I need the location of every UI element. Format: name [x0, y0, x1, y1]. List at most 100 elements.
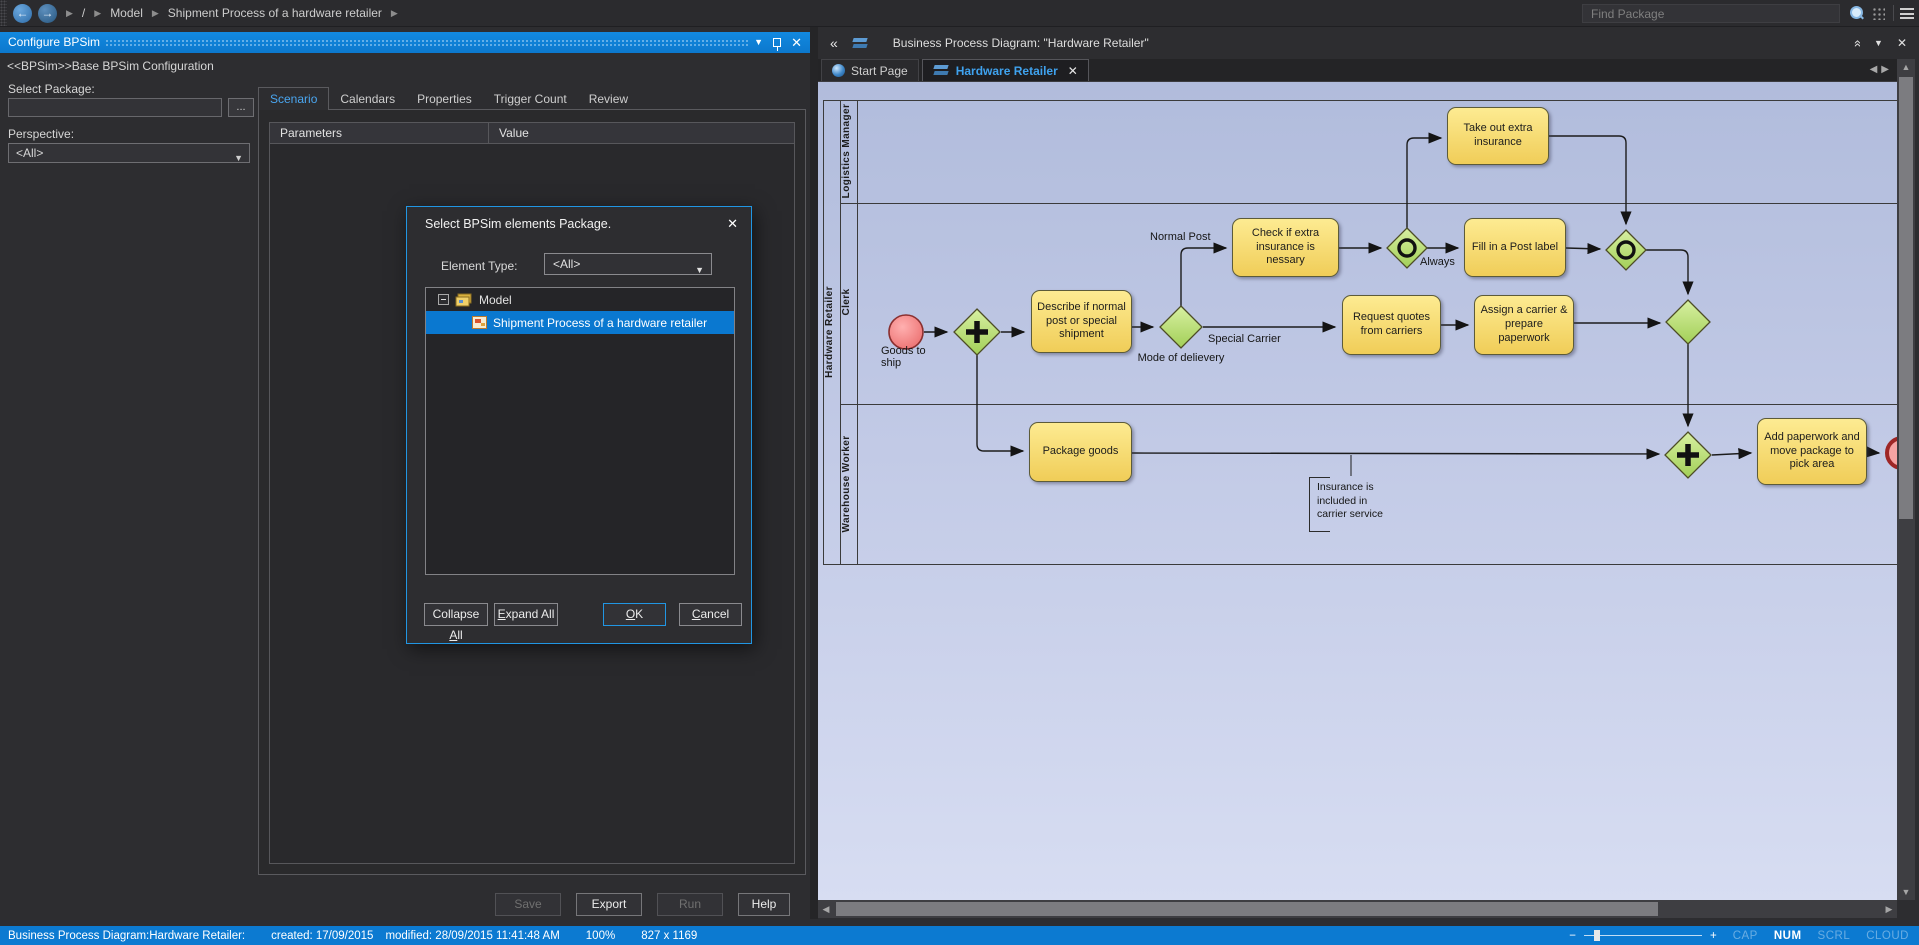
cancel-button[interactable]: Cancel	[679, 603, 742, 626]
export-button[interactable]: Export	[576, 893, 642, 916]
tree-expander-icon[interactable]	[438, 294, 449, 305]
run-button[interactable]: Run	[657, 893, 723, 916]
status-zoom-level: 100%	[586, 930, 615, 942]
diagram-canvas[interactable]: Hardware Retailer Logistics Manager Cler…	[818, 82, 1897, 900]
expand-up-icon[interactable]: »	[1849, 39, 1864, 46]
dialog-title: Select BPSim elements Package.	[407, 207, 751, 241]
chevron-down-icon: ▼	[695, 260, 704, 280]
find-package-box	[1582, 4, 1840, 23]
breadcrumb-chevron-icon: ▶	[94, 8, 101, 19]
help-button[interactable]: Help	[738, 893, 790, 916]
collapse-all-button[interactable]: Collapse All	[424, 603, 488, 626]
tab-scroll-arrows[interactable]: ◀▶	[1870, 64, 1893, 75]
breadcrumb-root[interactable]: /	[82, 6, 85, 20]
forward-button[interactable]: →	[38, 4, 57, 23]
column-header-parameters[interactable]: Parameters	[270, 123, 489, 143]
panel-menu-arrow-icon[interactable]: ▼	[754, 32, 763, 53]
task-check-if-extra-insurance[interactable]: Check if extra insurance is nessary	[1232, 218, 1339, 277]
task-describe-shipment[interactable]: Describe if normal post or special shipm…	[1031, 290, 1132, 353]
dialog-close-icon[interactable]: ✕	[727, 216, 738, 232]
diagram-header: « Business Process Diagram: "Hardware Re…	[818, 27, 1919, 59]
zoom-slider-track[interactable]	[1584, 935, 1702, 936]
column-header-value[interactable]: Value	[489, 123, 794, 143]
collapse-left-icon[interactable]: «	[830, 35, 838, 51]
menu-icon[interactable]	[1900, 8, 1914, 19]
parallel-gateway-join[interactable]	[1665, 432, 1711, 478]
tree-item-model[interactable]: Model	[426, 288, 734, 311]
tab-review[interactable]: Review	[578, 88, 639, 110]
horizontal-scroll-thumb[interactable]	[836, 902, 1658, 916]
exclusive-gateway-mode-of-delivery[interactable]	[1160, 306, 1202, 348]
label-special-carrier: Special Carrier	[1208, 333, 1281, 345]
task-package-goods[interactable]: Package goods	[1029, 422, 1132, 482]
label-mode-of-delivery: Mode of delievery	[1128, 352, 1234, 364]
find-package-input[interactable]	[1583, 7, 1839, 21]
horizontal-scrollbar[interactable]: ◀ ▶	[818, 900, 1897, 918]
indicator-cloud: CLOUD	[1866, 930, 1909, 942]
start-event-goods-to-ship[interactable]	[889, 315, 923, 349]
scroll-right-icon[interactable]: ▶	[1881, 900, 1897, 918]
tab-trigger-count[interactable]: Trigger Count	[483, 88, 578, 110]
forward-arrow-icon: →	[42, 6, 54, 20]
indicator-num: NUM	[1774, 930, 1802, 942]
note-text: Insurance is included in carrier service	[1317, 481, 1391, 522]
tab-scenario[interactable]: Scenario	[258, 87, 329, 110]
scroll-up-icon[interactable]: ▲	[1897, 59, 1915, 75]
status-modified: modified: 28/09/2015 11:41:48 AM	[385, 930, 559, 942]
zoom-slider-thumb[interactable]	[1594, 930, 1600, 941]
perspective-dropdown[interactable]: <All> ▼	[8, 143, 250, 163]
pin-icon[interactable]	[773, 38, 781, 47]
exclusive-gateway-merge[interactable]	[1666, 300, 1710, 344]
end-event[interactable]	[1887, 438, 1897, 468]
parameters-grid-header: Parameters Value	[270, 123, 794, 144]
inclusive-gateway-merge[interactable]	[1606, 230, 1646, 270]
browse-package-button[interactable]: ...	[228, 98, 254, 117]
scroll-down-icon[interactable]: ▼	[1897, 884, 1915, 900]
task-add-paperwork[interactable]: Add paperwork and move package to pick a…	[1757, 418, 1867, 485]
status-bar: Business Process Diagram:Hardware Retail…	[0, 926, 1919, 945]
task-fill-in-post-label[interactable]: Fill in a Post label	[1464, 218, 1566, 277]
breadcrumb-model[interactable]: Model	[110, 6, 143, 20]
bpmn-diagram-icon	[852, 37, 869, 50]
note-insurance-included[interactable]: Insurance is included in carrier service	[1309, 477, 1395, 532]
tab-calendars[interactable]: Calendars	[329, 88, 406, 110]
scroll-left-icon[interactable]: ◀	[818, 900, 834, 918]
label-normal-post: Normal Post	[1150, 231, 1211, 243]
zoom-in-icon[interactable]: +	[1710, 930, 1717, 942]
close-icon[interactable]: ✕	[791, 36, 802, 49]
indicator-scrl: SCRL	[1818, 930, 1851, 942]
package-input[interactable]	[8, 98, 222, 117]
parallel-gateway-split[interactable]	[954, 309, 1000, 355]
ok-button[interactable]: OK	[603, 603, 666, 626]
panel-splitter[interactable]	[810, 27, 818, 919]
chevron-down-icon[interactable]: ▼	[1874, 38, 1883, 48]
tab-start-page[interactable]: Start Page	[821, 59, 919, 81]
indicator-cap: CAP	[1733, 930, 1758, 942]
tab-properties[interactable]: Properties	[406, 88, 483, 110]
vertical-scroll-thumb[interactable]	[1899, 77, 1913, 519]
task-request-quotes[interactable]: Request quotes from carriers	[1342, 295, 1441, 355]
package-icon	[455, 293, 473, 307]
close-icon[interactable]: ✕	[1897, 36, 1907, 50]
vertical-scrollbar[interactable]: ▲ ▼	[1897, 59, 1915, 900]
label-always: Always	[1420, 256, 1455, 268]
task-assign-carrier[interactable]: Assign a carrier & prepare paperwork	[1474, 295, 1574, 355]
package-tree[interactable]: Model Shipment Process of a hardware ret…	[425, 287, 735, 575]
tree-item-shipment-process[interactable]: Shipment Process of a hardware retailer	[426, 311, 734, 334]
bpmn-diagram-icon	[933, 64, 950, 77]
tab-hardware-retailer[interactable]: Hardware Retailer ✕	[922, 59, 1089, 81]
save-button[interactable]: Save	[495, 893, 561, 916]
element-type-dropdown[interactable]: <All> ▼	[544, 253, 712, 275]
tab-close-icon[interactable]: ✕	[1068, 64, 1078, 78]
task-take-out-extra-insurance[interactable]: Take out extra insurance	[1447, 107, 1549, 165]
breadcrumb-chevron-icon: ▶	[66, 8, 73, 19]
back-button[interactable]: ←	[13, 4, 32, 23]
zoom-slider[interactable]: − +	[1569, 930, 1716, 942]
search-icon[interactable]	[1848, 5, 1864, 21]
perspective-label: Perspective:	[8, 127, 74, 141]
zoom-out-icon[interactable]: −	[1569, 930, 1576, 942]
grid-options-icon[interactable]	[1872, 7, 1885, 20]
expand-all-button[interactable]: Expand All	[494, 603, 558, 626]
scenario-tab-strip: Scenario Calendars Properties Trigger Co…	[258, 87, 639, 110]
breadcrumb-package[interactable]: Shipment Process of a hardware retailer	[168, 6, 382, 20]
